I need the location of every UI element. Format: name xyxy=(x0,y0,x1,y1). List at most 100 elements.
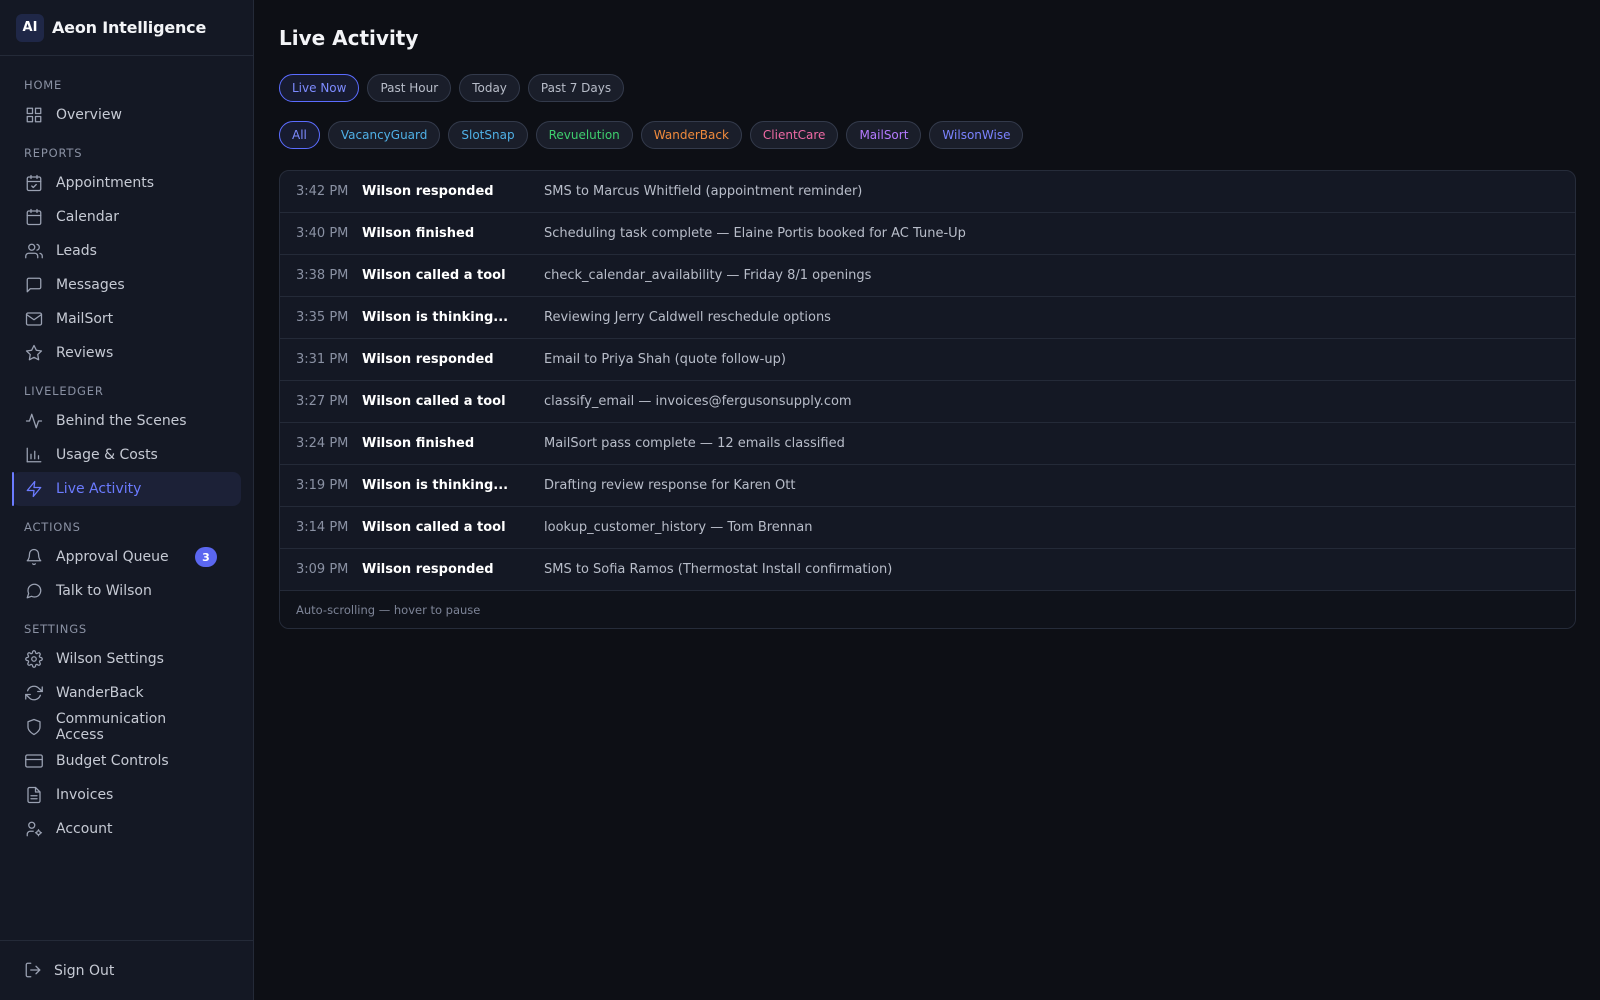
sidebar-item-account[interactable]: Account xyxy=(12,812,241,846)
message-circle-icon xyxy=(24,581,44,601)
source-filter-vacancyguard[interactable]: VacancyGuard xyxy=(327,121,441,149)
sidebar-item-label: Leads xyxy=(56,243,97,259)
source-filter-all[interactable]: All xyxy=(279,121,320,149)
event-time: 3:27 PM xyxy=(296,394,349,409)
gear-icon xyxy=(24,649,44,669)
source-filter-wilsonwise[interactable]: WilsonWise xyxy=(929,121,1024,149)
sidebar-item-calendar[interactable]: Calendar xyxy=(12,200,241,234)
sidebar-item-overview[interactable]: Overview xyxy=(12,98,241,132)
event-actor: Wilson responded xyxy=(362,184,494,199)
grid-icon xyxy=(24,105,44,125)
sidebar-item-label: Talk to Wilson xyxy=(56,583,152,599)
sidebar-item-talk-to-wilson[interactable]: Talk to Wilson xyxy=(12,574,241,608)
event-detail: Email to Priya Shah (quote follow-up) xyxy=(544,352,786,367)
event-time: 3:31 PM xyxy=(296,352,349,367)
event-detail: MailSort pass complete — 12 emails class… xyxy=(544,436,845,451)
event-time: 3:24 PM xyxy=(296,436,349,451)
activity-row: 3:35 PM Wilson is thinking... Reviewing Je… xyxy=(280,297,1575,339)
sidebar-item-communication-access[interactable]: Communication Access xyxy=(12,710,241,744)
event-actor: Wilson called a tool xyxy=(362,394,506,409)
sidebar-item-appointments[interactable]: Appointments xyxy=(12,166,241,200)
credit-card-icon xyxy=(24,751,44,771)
event-detail: SMS to Sofia Ramos (Thermostat Install c… xyxy=(544,562,893,577)
activity-row: 3:38 PM Wilson called a tool check_calenda… xyxy=(280,255,1575,297)
sidebar-item-label: Budget Controls xyxy=(56,753,169,769)
section-label-home: HOME xyxy=(24,78,63,92)
time-filter-past-7-days[interactable]: Past 7 Days xyxy=(527,74,625,102)
sidebar-item-label: Overview xyxy=(56,107,122,123)
activity-row: 3:40 PM Wilson finished Scheduling task co… xyxy=(280,213,1575,255)
event-time: 3:38 PM xyxy=(296,268,349,283)
source-filter-group: All VacancyGuard SlotSnap Revuelution Wander… xyxy=(279,121,1576,149)
activity-row: 3:42 PM Wilson responded SMS to Marcus Whi… xyxy=(280,171,1575,213)
event-time: 3:40 PM xyxy=(296,226,349,241)
source-filter-revuelution[interactable]: Revuelution xyxy=(535,121,633,149)
section-label-settings: SETTINGS xyxy=(24,622,88,636)
event-detail: Drafting review response for Karen Ott xyxy=(544,478,796,493)
sidebar-item-label: Invoices xyxy=(56,787,114,803)
sidebar-item-wanderback[interactable]: WanderBack xyxy=(12,676,241,710)
sidebar-item-label: Wilson Settings xyxy=(56,651,164,667)
sidebar-item-label: Communication Access xyxy=(55,711,167,743)
section-label-reports: REPORTS xyxy=(24,146,83,160)
sidebar-item-live-activity[interactable]: Live Activity xyxy=(12,472,241,506)
event-actor: Wilson is thinking... xyxy=(362,310,509,325)
source-filter-wanderback[interactable]: WanderBack xyxy=(640,121,742,149)
event-detail: Scheduling task complete — Elaine Portis… xyxy=(544,226,966,241)
source-filter-mailsort[interactable]: MailSort xyxy=(846,121,922,149)
event-time: 3:35 PM xyxy=(296,310,349,325)
time-filter-live-now[interactable]: Live Now xyxy=(279,74,360,102)
calendar-check-icon xyxy=(24,173,44,193)
section-label-actions: ACTIONS xyxy=(24,520,81,534)
main-content: Live Activity Live Now Past Hour Today Past… xyxy=(254,0,1600,1000)
sidebar-item-label: Approval Queue xyxy=(56,549,169,565)
sidebar-item-messages[interactable]: Messages xyxy=(12,268,241,302)
activity-row: 3:27 PM Wilson called a tool classify_emai… xyxy=(280,381,1575,423)
sidebar-item-label: Behind the Scenes xyxy=(56,413,187,429)
time-filter-today[interactable]: Today xyxy=(459,74,520,102)
sidebar-item-mailsort[interactable]: MailSort xyxy=(12,302,241,336)
file-text-icon xyxy=(24,785,44,805)
count-badge: 3 xyxy=(195,547,217,567)
sidebar-item-label: Usage & Costs xyxy=(56,447,158,463)
event-time: 3:19 PM xyxy=(296,478,349,493)
source-filter-slotsnap[interactable]: SlotSnap xyxy=(448,121,528,149)
sidebar-item-behind-the-scenes[interactable]: Behind the Scenes xyxy=(12,404,241,438)
sidebar-item-invoices[interactable]: Invoices xyxy=(12,778,241,812)
time-filter-past-hour[interactable]: Past Hour xyxy=(367,74,452,102)
activity-feed[interactable]: 3:42 PM Wilson responded SMS to Marcus Whi… xyxy=(279,170,1576,629)
event-detail: lookup_customer_history — Tom Brennan xyxy=(544,520,813,535)
sidebar-nav: HOME Overview REPORTS Appointments Calendar L… xyxy=(0,56,253,1000)
sidebar-item-label: Messages xyxy=(56,277,125,293)
sidebar-item-usage-and-costs[interactable]: Usage & Costs xyxy=(12,438,241,472)
sign-out-button[interactable]: Sign Out xyxy=(0,940,253,1000)
zap-icon xyxy=(24,479,44,499)
event-time: 3:14 PM xyxy=(296,520,349,535)
shield-icon xyxy=(24,717,44,737)
activity-row: 3:14 PM Wilson called a tool lookup_custom… xyxy=(280,507,1575,549)
event-actor: Wilson is thinking... xyxy=(362,478,509,493)
sidebar-item-leads[interactable]: Leads xyxy=(12,234,241,268)
sidebar-item-approval-queue[interactable]: Approval Queue 3 xyxy=(12,540,241,574)
source-filter-clientcare[interactable]: ClientCare xyxy=(749,121,839,149)
activity-row: 3:09 PM Wilson responded SMS to Sofia Ramo… xyxy=(280,549,1575,591)
star-icon xyxy=(24,343,44,363)
time-filter-group: Live Now Past Hour Today Past 7 Days xyxy=(279,74,1576,102)
sidebar-item-budget-controls[interactable]: Budget Controls xyxy=(12,744,241,778)
brand-logo: AI xyxy=(16,13,44,42)
bell-icon xyxy=(24,547,44,567)
sidebar-item-label: WanderBack xyxy=(56,685,144,701)
event-time: 3:09 PM xyxy=(296,562,349,577)
sidebar-item-label: Live Activity xyxy=(56,481,142,497)
event-actor: Wilson finished xyxy=(362,226,475,241)
sign-out-label: Sign Out xyxy=(54,962,115,979)
activity-row: 3:31 PM Wilson responded Email to Priya Sh… xyxy=(280,339,1575,381)
user-cog-icon xyxy=(24,819,44,839)
sidebar-item-reviews[interactable]: Reviews xyxy=(12,336,241,370)
sidebar-item-wilson-settings[interactable]: Wilson Settings xyxy=(12,642,241,676)
log-out-icon xyxy=(24,961,44,981)
event-actor: Wilson called a tool xyxy=(362,268,506,283)
event-time: 3:42 PM xyxy=(296,184,349,199)
sidebar: AI Aeon Intelligence HOME Overview REPORTS… xyxy=(0,0,254,1000)
event-detail: classify_email — invoices@fergusonsupply… xyxy=(544,394,852,409)
